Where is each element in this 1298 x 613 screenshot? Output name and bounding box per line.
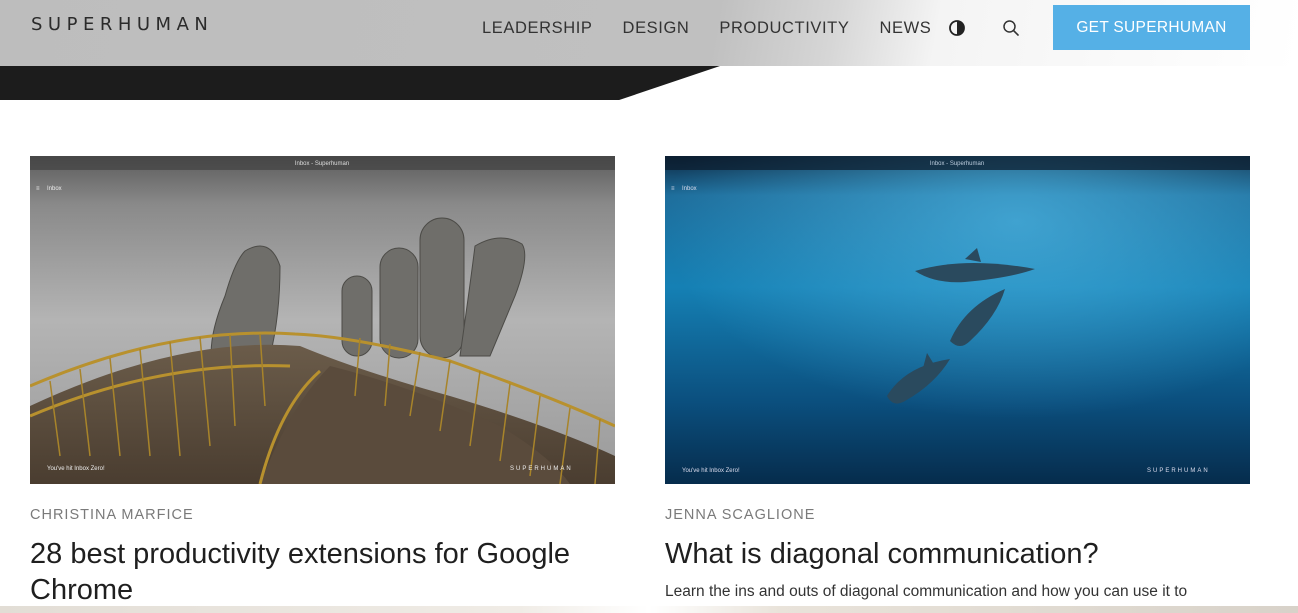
- main-nav: LEADERSHIP DESIGN PRODUCTIVITY NEWS: [482, 18, 961, 38]
- nav-item-news[interactable]: NEWS: [879, 18, 931, 38]
- next-row-image-strip: [0, 606, 1298, 613]
- window-title: Inbox - Superhuman: [295, 161, 349, 167]
- superhuman-logo[interactable]: SUPERHUMAN: [31, 14, 213, 35]
- nav-item-leadership[interactable]: LEADERSHIP: [482, 18, 593, 38]
- article-image-hands-bridge[interactable]: Inbox - Superhuman Inbox ≡ You've hit In…: [30, 156, 615, 484]
- svg-text:≡: ≡: [36, 186, 40, 192]
- window-title: Inbox - Superhuman: [930, 161, 984, 167]
- hero-band: [0, 66, 720, 100]
- article-author[interactable]: JENNA SCAGLIONE: [665, 506, 1250, 524]
- get-superhuman-button[interactable]: GET SUPERHUMAN: [1053, 5, 1250, 50]
- image-brand: SUPERHUMAN: [510, 466, 573, 472]
- site-header: SUPERHUMAN LEADERSHIP DESIGN PRODUCTIVIT…: [0, 0, 1298, 66]
- article-title[interactable]: 28 best productivity extensions for Goog…: [30, 536, 615, 608]
- article-author[interactable]: CHRISTINA MARFICE: [30, 506, 615, 524]
- article-image-dolphins[interactable]: Inbox - Superhuman Inbox ≡ You've hit In…: [665, 156, 1250, 484]
- inbox-label: Inbox: [47, 186, 62, 192]
- inbox-label: Inbox: [682, 186, 697, 192]
- contrast-toggle-icon[interactable]: [948, 19, 966, 37]
- nav-item-productivity[interactable]: PRODUCTIVITY: [719, 18, 849, 38]
- article-title[interactable]: What is diagonal communication?: [665, 536, 1250, 572]
- image-brand: SUPERHUMAN: [1147, 468, 1210, 474]
- article-excerpt: Learn the ins and outs of diagonal commu…: [665, 583, 1188, 600]
- search-icon[interactable]: [1002, 19, 1020, 37]
- inbox-zero-text: You've hit Inbox Zero!: [47, 466, 105, 472]
- nav-item-design[interactable]: DESIGN: [623, 18, 690, 38]
- inbox-zero-text: You've hit Inbox Zero!: [682, 468, 740, 474]
- svg-text:≡: ≡: [671, 186, 675, 192]
- article-card[interactable]: Inbox - Superhuman Inbox ≡ You've hit In…: [665, 156, 1250, 602]
- article-card[interactable]: Inbox - Superhuman Inbox ≡ You've hit In…: [30, 156, 615, 608]
